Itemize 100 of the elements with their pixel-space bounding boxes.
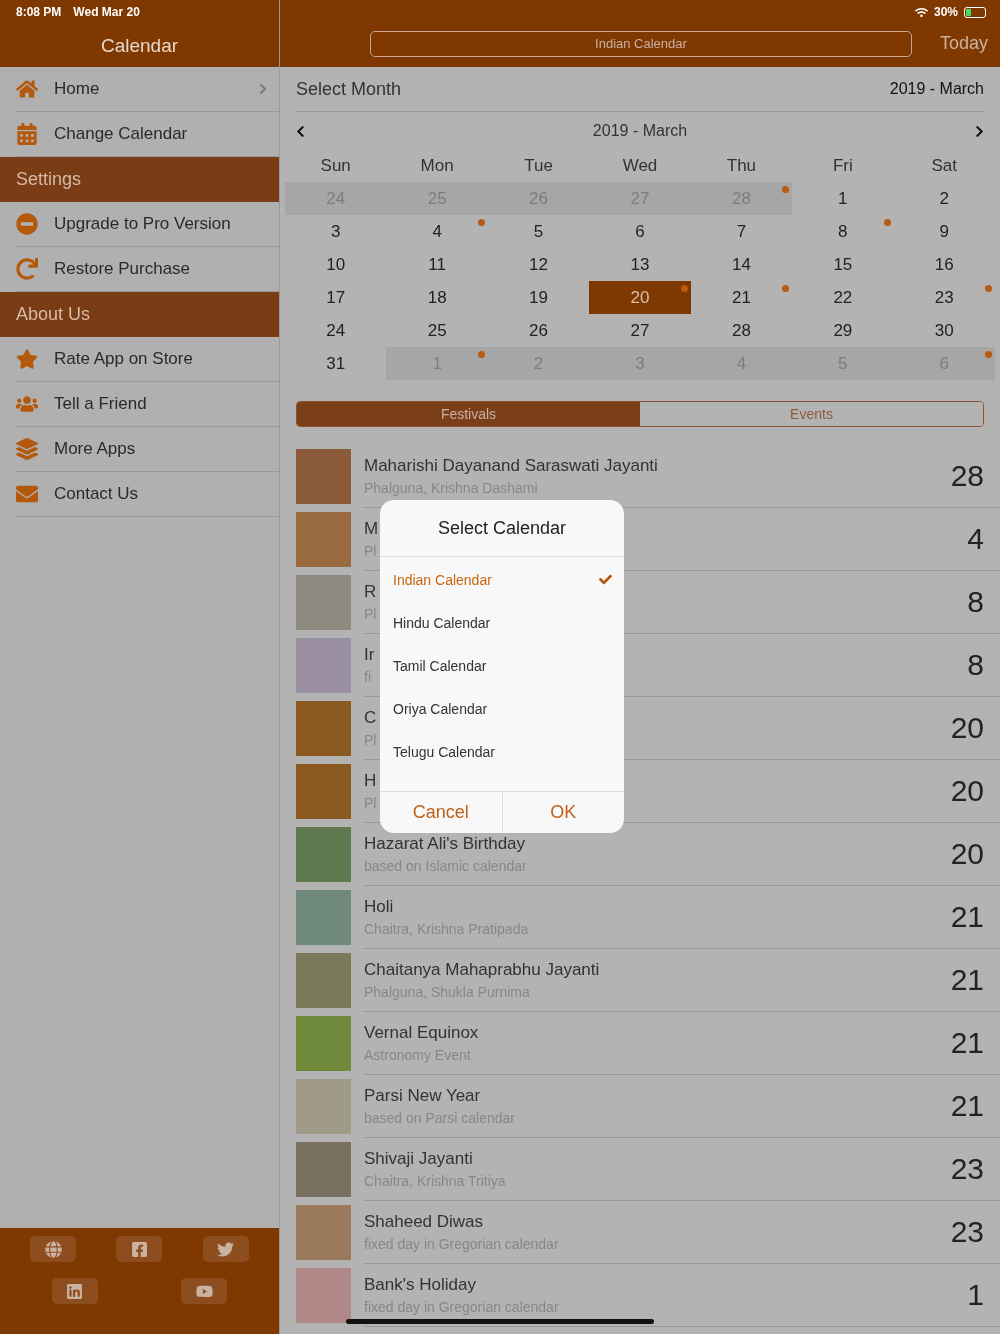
calendar-day[interactable]: 8 — [792, 215, 894, 248]
event-date: 21 — [950, 963, 984, 997]
segment-tab[interactable]: Festivals — [297, 402, 640, 426]
people-icon — [16, 393, 38, 415]
calendar-option[interactable]: Oriya Calendar — [380, 687, 624, 730]
sidebar-item-label: Rate App on Store — [54, 349, 194, 369]
calendar-day[interactable]: 6 — [589, 215, 691, 248]
sidebar-item[interactable]: More Apps — [16, 427, 279, 472]
event-date: 8 — [967, 585, 984, 619]
calendar-day[interactable]: 24 — [285, 314, 387, 347]
calendar-day[interactable]: 5 — [487, 215, 590, 248]
calendar-day[interactable]: 25 — [386, 314, 488, 347]
layers-icon — [16, 438, 38, 460]
event-title: C — [364, 708, 377, 728]
calendar-day[interactable]: 22 — [792, 281, 894, 314]
sidebar-item[interactable]: Home — [16, 67, 279, 112]
photo-placeholder — [296, 1142, 351, 1197]
sidebar-item[interactable]: Upgrade to Pro Version — [16, 202, 279, 247]
event-date: 21 — [950, 1026, 984, 1060]
photo-placeholder — [296, 1205, 351, 1260]
calendar-day[interactable]: 3 — [285, 215, 387, 248]
calendar-option[interactable]: Hindu Calendar — [380, 601, 624, 644]
weekday-label: Sat — [930, 155, 959, 177]
twitter-button[interactable] — [202, 1236, 249, 1262]
calendar-day[interactable]: 18 — [386, 281, 488, 314]
dialog-title: Select Calendar — [437, 517, 567, 539]
photo-placeholder — [296, 575, 351, 630]
calendar-day[interactable]: 10 — [285, 248, 387, 281]
calendar-day[interactable]: 23 — [893, 281, 995, 314]
event-date: 21 — [950, 1089, 984, 1123]
calendar-option[interactable]: Telugu Calendar — [380, 730, 624, 773]
calendar-day[interactable]: 1 — [792, 182, 894, 215]
calendar-day[interactable]: 27 — [589, 314, 691, 347]
sidebar-item-label: Contact Us — [54, 484, 140, 504]
sidebar-item[interactable]: Tell a Friend — [16, 382, 279, 427]
calendar-day[interactable]: 17 — [285, 281, 387, 314]
calendar-day[interactable]: 29 — [792, 314, 894, 347]
calendar-picker-button[interactable]: Indian Calendar — [370, 30, 912, 57]
event-date: 21 — [950, 900, 984, 934]
battery-icon — [964, 6, 986, 18]
photo-placeholder — [296, 1268, 351, 1323]
event-title: Chaitanya Mahaprabhu Jayanti — [364, 960, 600, 980]
calendar-day[interactable]: 12 — [487, 248, 590, 281]
event-date: 20 — [950, 837, 984, 871]
sidebar-item-label: Change Calendar — [54, 124, 189, 144]
calendar-day[interactable]: 16 — [893, 248, 995, 281]
calendar-day[interactable]: 15 — [792, 248, 894, 281]
ok-button[interactable]: OK — [501, 792, 624, 833]
battery-percent: 30% — [933, 5, 958, 19]
status-time: 8:08 PM — [16, 5, 62, 19]
calendar-option-label: Telugu Calendar — [393, 743, 495, 760]
event-title: Parsi New Year — [364, 1086, 481, 1106]
calendar-day[interactable]: 7 — [690, 215, 793, 248]
linkedin-button[interactable] — [51, 1278, 98, 1304]
calendar-option[interactable]: Tamil Calendar — [380, 644, 624, 687]
sidebar-item-label: Upgrade to Pro Version — [54, 214, 232, 234]
calendar-day[interactable]: 14 — [690, 248, 793, 281]
event-date: 8 — [967, 648, 984, 682]
calendar-day[interactable]: 2 — [893, 182, 995, 215]
calendar-option[interactable]: Indian Calendar — [380, 558, 624, 601]
calendar-day[interactable]: 20 — [589, 281, 691, 314]
sidebar-item[interactable]: Contact Us — [16, 472, 279, 517]
refresh-icon — [16, 258, 38, 280]
event-title: Shaheed Diwas — [364, 1212, 484, 1232]
photo-placeholder — [296, 701, 351, 756]
cancel-button[interactable]: Cancel — [380, 792, 502, 833]
globe-button[interactable] — [30, 1236, 77, 1262]
calendar-day[interactable]: 28 — [690, 314, 793, 347]
calendar-day[interactable]: 26 — [487, 314, 590, 347]
calendar-day[interactable]: 30 — [893, 314, 995, 347]
section-header: Settings — [0, 157, 279, 202]
calendar-day[interactable]: 21 — [690, 281, 793, 314]
event-title: H — [364, 771, 377, 791]
photo-placeholder — [296, 764, 351, 819]
youtube-button[interactable] — [181, 1278, 228, 1304]
event-title: R — [364, 582, 377, 602]
facebook-button[interactable] — [116, 1236, 163, 1262]
select-month-label: Select Month — [296, 78, 402, 100]
calendar-day[interactable]: 31 — [285, 347, 387, 380]
calendar-day[interactable]: 11 — [386, 248, 488, 281]
calendar-title: 2019 - March — [592, 122, 688, 140]
event-title: Vernal Equinox — [364, 1023, 479, 1043]
calendar-day[interactable]: 13 — [589, 248, 691, 281]
status-date: Wed Mar 20 — [73, 5, 140, 19]
previous-month-button[interactable] — [294, 124, 307, 138]
calendar-day[interactable]: 4 — [386, 215, 488, 248]
photo-placeholder — [296, 953, 351, 1008]
sidebar-item-label: Home — [54, 79, 101, 99]
calendar-day[interactable]: 19 — [487, 281, 590, 314]
calendar-option-label: Oriya Calendar — [393, 700, 488, 717]
selected-month[interactable]: 2019 - March — [889, 80, 984, 98]
photo-placeholder — [296, 1016, 351, 1071]
calendar-day[interactable]: 9 — [893, 215, 995, 248]
wifi-icon — [914, 5, 928, 19]
photo-placeholder — [296, 638, 351, 693]
linkedin-icon — [66, 1282, 84, 1300]
sidebar-item[interactable]: Rate App on Store — [16, 337, 279, 382]
today-button[interactable]: Today — [939, 33, 988, 54]
weekday-label: Mon — [419, 155, 455, 177]
next-month-button[interactable] — [973, 124, 986, 138]
